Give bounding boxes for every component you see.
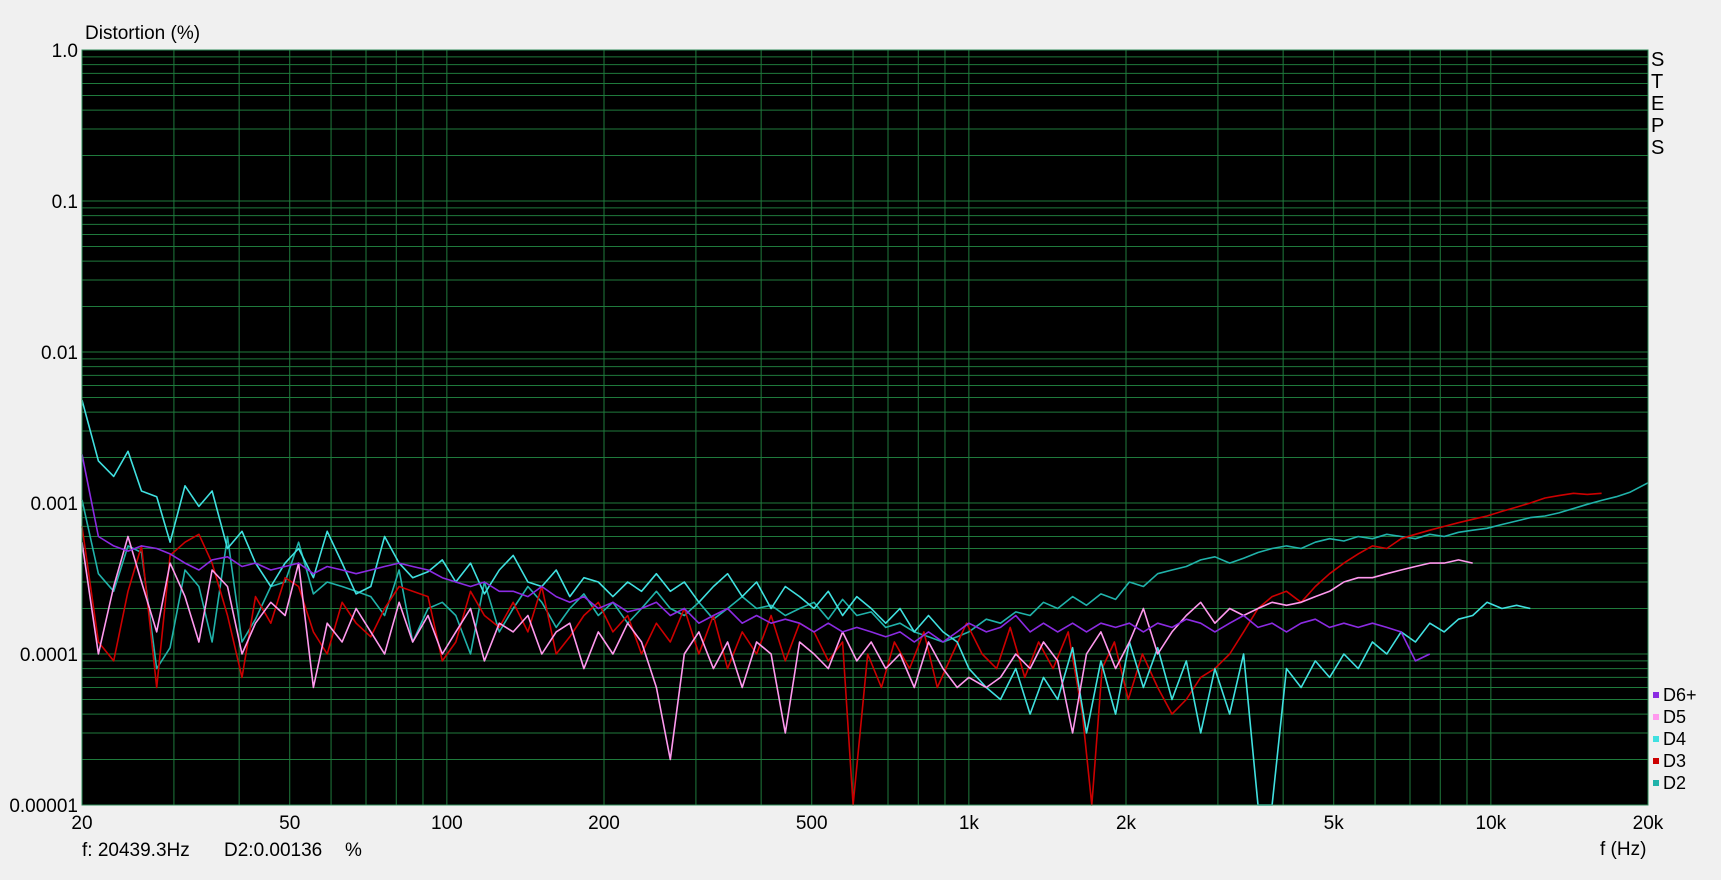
legend: D6+D5D4D3D2 bbox=[1653, 685, 1697, 793]
x-axis-label: f (Hz) bbox=[1600, 839, 1646, 860]
y-tick-labels: 1.0 0.1 0.01 0.001 0.0001 0.00001 bbox=[9, 41, 78, 817]
legend-swatch bbox=[1653, 758, 1659, 764]
steps-letter: S bbox=[1651, 49, 1664, 71]
x-tick-label: 200 bbox=[588, 813, 620, 834]
legend-label: D5 bbox=[1663, 707, 1686, 727]
legend-label: D3 bbox=[1663, 751, 1686, 771]
x-tick-label: 5k bbox=[1324, 813, 1345, 834]
legend-label: D4 bbox=[1663, 729, 1686, 749]
legend-swatch bbox=[1653, 780, 1659, 786]
status-frequency: f: 20439.3Hz bbox=[82, 840, 190, 861]
y-tick-label: 0.001 bbox=[30, 494, 78, 515]
legend-label: D2 bbox=[1663, 773, 1686, 793]
legend-swatch bbox=[1653, 736, 1659, 742]
legend-label: D6+ bbox=[1663, 685, 1697, 705]
x-tick-label: 10k bbox=[1476, 813, 1507, 834]
steps-letter: T bbox=[1651, 71, 1663, 93]
x-tick-labels: 20 50 100 200 500 1k 2k 5k 10k 20k bbox=[71, 813, 1663, 834]
legend-swatch bbox=[1653, 714, 1659, 720]
y-tick-label: 0.1 bbox=[52, 192, 78, 213]
status-unit: % bbox=[345, 840, 362, 861]
y-tick-label: 1.0 bbox=[52, 41, 78, 62]
steps-letter: S bbox=[1651, 137, 1664, 159]
x-tick-label: 20k bbox=[1633, 813, 1664, 834]
y-tick-label: 0.0001 bbox=[20, 645, 78, 666]
y-tick-label: 0.01 bbox=[41, 343, 78, 364]
steps-letter: P bbox=[1651, 115, 1664, 137]
plot-background bbox=[82, 50, 1648, 805]
steps-label: STEPS bbox=[1651, 49, 1664, 159]
y-tick-label: 0.00001 bbox=[9, 796, 78, 817]
y-axis-label: Distortion (%) bbox=[85, 23, 200, 44]
x-tick-label: 100 bbox=[431, 813, 463, 834]
x-tick-label: 1k bbox=[959, 813, 980, 834]
chart-svg: 1.0 0.1 0.01 0.001 0.0001 0.00001 20 50 100 200 5… bbox=[9, 23, 1697, 861]
status-value: D2:0.00136 bbox=[224, 840, 322, 861]
steps-letter: E bbox=[1651, 93, 1664, 115]
x-tick-label: 20 bbox=[71, 813, 92, 834]
x-tick-label: 50 bbox=[279, 813, 300, 834]
legend-swatch bbox=[1653, 692, 1659, 698]
x-tick-label: 2k bbox=[1116, 813, 1137, 834]
x-tick-label: 500 bbox=[796, 813, 828, 834]
